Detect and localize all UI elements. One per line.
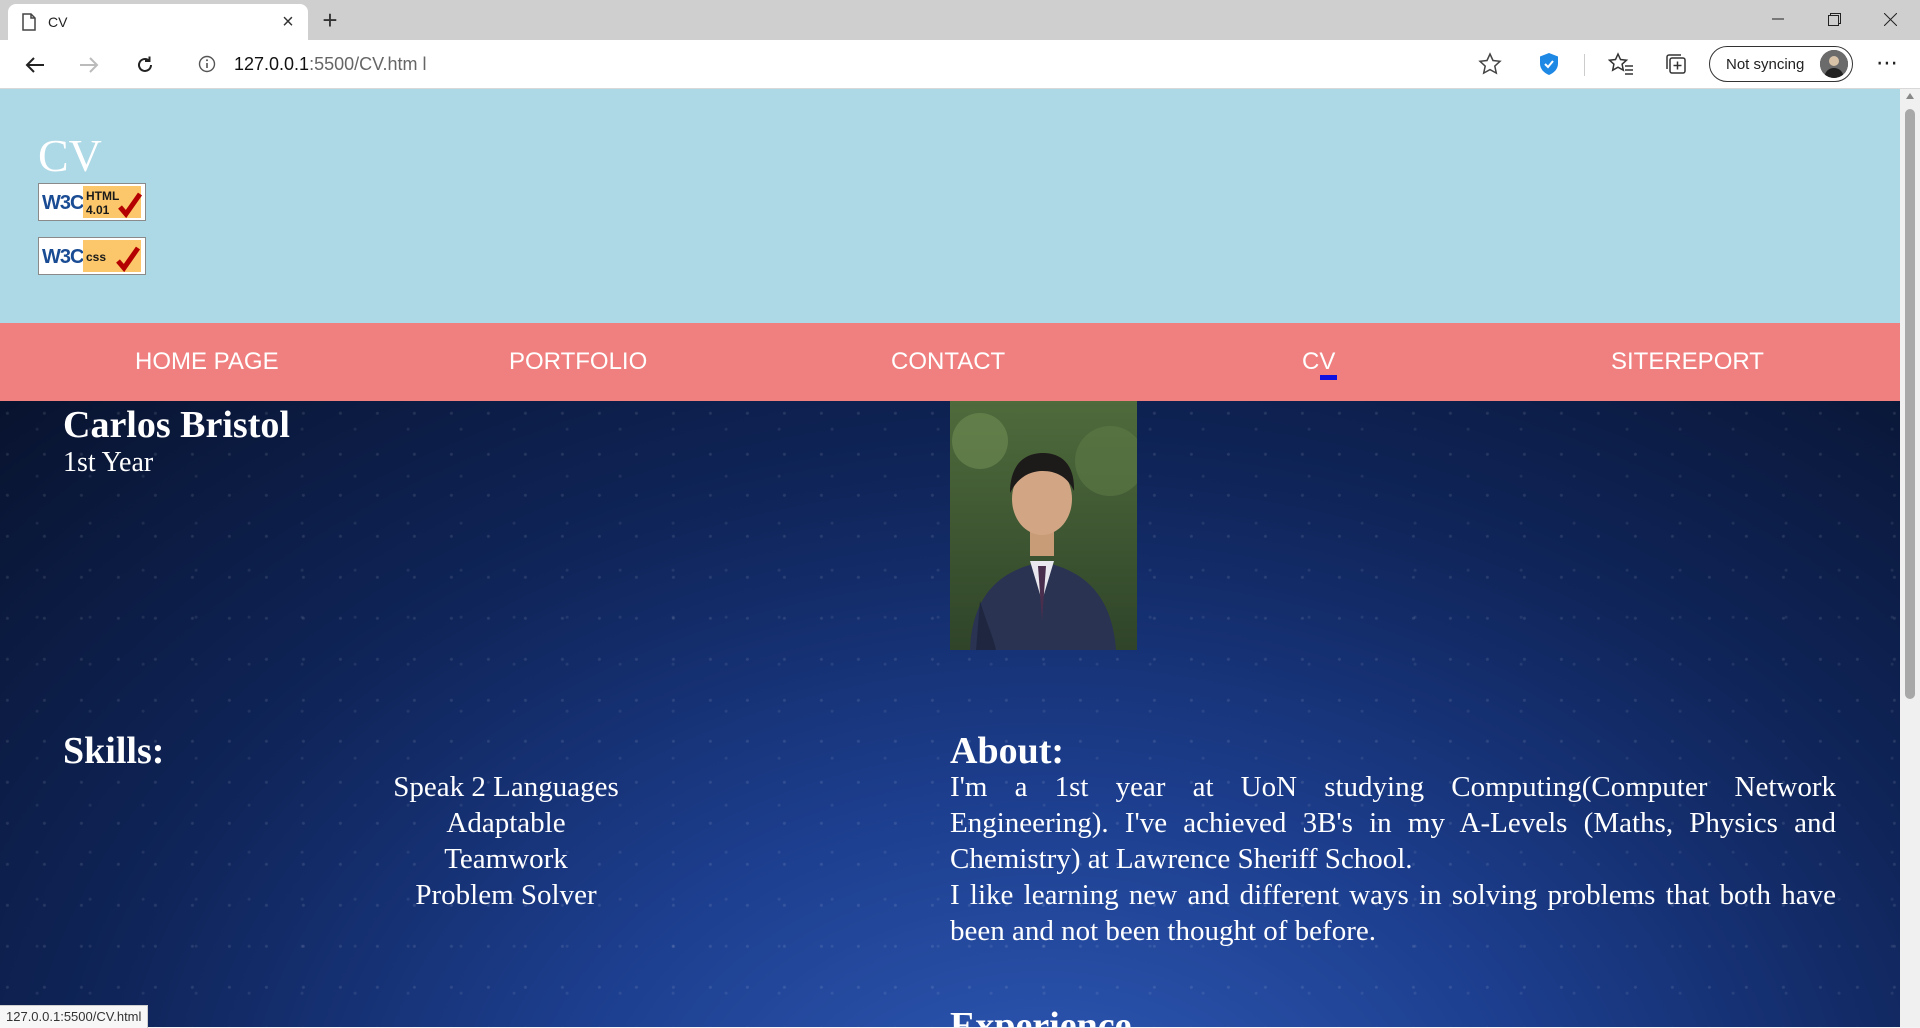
document-icon [22,13,36,31]
about-paragraph: I like learning new and different ways i… [950,879,1836,947]
skill-item: Adaptable [446,807,566,839]
experience-heading: Experience [950,1005,1132,1027]
w3c-html401-badge-icon[interactable]: W3C HTML 4.01 [38,183,146,221]
skill-item: Teamwork [444,843,568,875]
skills-list: Speak 2 Languages Adaptable Teamwork Pro… [63,769,949,913]
sync-status-label: Not syncing [1726,55,1805,73]
skills-heading: Skills: [63,730,165,772]
svg-text:css: css [86,250,106,264]
nav-link-contact[interactable]: CONTACT [891,323,1005,401]
url-path: :5500/CV.htm l [309,53,427,74]
skill-item: Problem Solver [415,879,597,911]
close-window-icon[interactable] [1862,0,1918,38]
svg-text:W3C: W3C [42,192,84,214]
site-title: CV [38,130,102,181]
scrollbar-thumb[interactable] [1905,109,1915,699]
page-viewport: CV W3C HTML 4.01 W3C css HOME PAGE PORTF… [0,89,1900,1027]
browser-tab[interactable]: CV × [8,4,308,40]
toolbar-divider [1584,54,1585,76]
main-navigation: HOME PAGE PORTFOLIO CONTACT CV SITEREPOR… [0,323,1900,401]
about-heading: About: [950,730,1065,772]
collections-icon[interactable] [1664,52,1688,76]
site-header: CV W3C HTML 4.01 W3C css [0,89,1900,323]
w3c-css-badge-icon[interactable]: W3C css [38,237,146,275]
scroll-up-arrow-icon[interactable] [1906,93,1914,99]
reload-icon[interactable] [130,50,160,80]
study-year: 1st Year [63,447,154,478]
browser-toolbar: 127.0.0.1:5500/CV.htm l Not syncing ⋯ [0,40,1920,89]
address-bar[interactable]: 127.0.0.1:5500/CV.htm l [180,45,1515,83]
nav-link-sitereport[interactable]: SITEREPORT [1611,323,1764,401]
about-text: I'm a 1st year at UoN studying Computing… [950,769,1836,949]
svg-text:4.01: 4.01 [86,203,110,217]
minimize-icon[interactable] [1750,0,1806,38]
close-tab-icon[interactable]: × [278,12,298,32]
nav-link-portfolio[interactable]: PORTFOLIO [509,323,647,401]
vertical-scrollbar[interactable] [1900,89,1920,1027]
restore-icon[interactable] [1806,0,1862,38]
profile-avatar [1820,50,1848,78]
nav-link-cv[interactable]: CV [1302,323,1338,401]
svg-text:W3C: W3C [42,246,84,268]
skill-item: Speak 2 Languages [393,771,619,803]
profile-photo [950,401,1137,650]
tracking-prevention-shield-icon[interactable] [1538,52,1560,76]
settings-more-icon[interactable]: ⋯ [1872,50,1902,80]
status-bar-url: 127.0.0.1:5500/CV.html [0,1005,149,1028]
about-paragraph: I'm a 1st year at UoN studying Computing… [950,771,1836,875]
favorite-star-icon[interactable] [1478,52,1502,76]
site-info-icon[interactable] [198,55,216,73]
url-host: 127.0.0.1 [234,53,310,74]
browser-tab-strip: CV × + [0,0,1920,40]
back-arrow-icon[interactable] [20,50,50,80]
url-text[interactable]: 127.0.0.1:5500/CV.htm l [234,54,426,75]
person-name: Carlos Bristol [63,404,290,446]
profile-sync-button[interactable]: Not syncing [1709,46,1853,82]
cv-content: Carlos Bristol 1st Year Skills: Speak 2 … [0,401,1900,1027]
favorites-icon[interactable] [1608,52,1634,76]
new-tab-icon[interactable]: + [316,6,344,34]
forward-arrow-icon[interactable] [74,50,104,80]
tab-title: CV [48,14,68,30]
svg-text:HTML: HTML [86,189,119,203]
nav-link-home-page[interactable]: HOME PAGE [135,323,279,401]
